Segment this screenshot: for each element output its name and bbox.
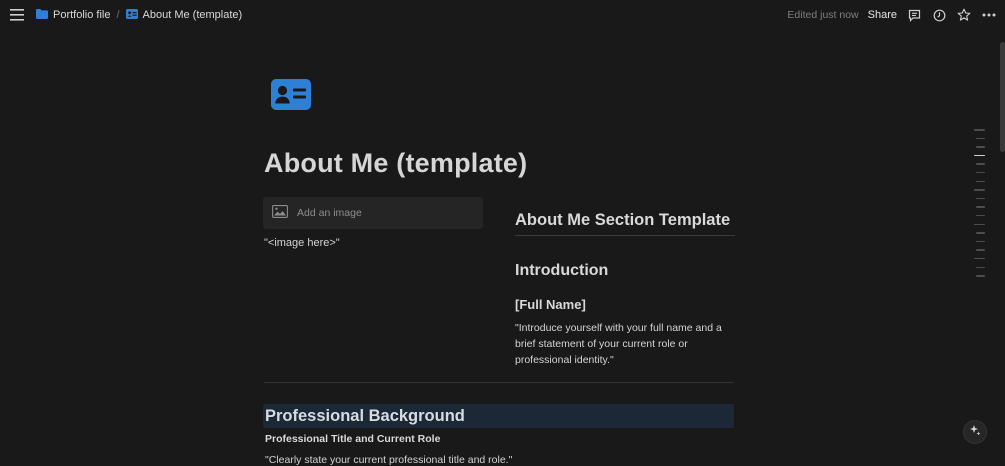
toc-item[interactable] xyxy=(974,257,985,260)
breadcrumb-separator: / xyxy=(116,9,120,21)
toc-item[interactable] xyxy=(976,180,985,183)
professional-title-heading[interactable]: Professional Title and Current Role xyxy=(265,433,440,445)
toc-item[interactable] xyxy=(976,240,985,243)
star-icon[interactable] xyxy=(956,7,972,23)
toc-item[interactable] xyxy=(974,189,985,191)
top-bar: Portfolio file / About Me (template) Edi… xyxy=(0,0,1005,30)
sparkle-icon xyxy=(969,423,981,441)
toc-item[interactable] xyxy=(976,275,985,277)
breadcrumb-about-me[interactable]: About Me (template) xyxy=(125,8,243,22)
contact-card-icon xyxy=(125,8,138,22)
professional-title-text[interactable]: "Clearly state your current professional… xyxy=(265,454,512,466)
page-title[interactable]: About Me (template) xyxy=(264,148,527,179)
image-icon xyxy=(272,205,288,221)
introduction-heading[interactable]: Introduction xyxy=(515,262,608,280)
introduction-text[interactable]: "Introduce yourself with your full name … xyxy=(515,320,740,368)
toc-item[interactable] xyxy=(976,171,985,174)
section-divider xyxy=(264,382,734,383)
section-heading[interactable]: About Me Section Template xyxy=(515,211,735,230)
professional-background-heading[interactable]: Professional Background xyxy=(263,404,734,428)
toc-item[interactable] xyxy=(974,223,985,226)
share-button[interactable]: Share xyxy=(868,9,897,21)
breadcrumb-label: Portfolio file xyxy=(53,9,111,21)
right-column: About Me Section Template xyxy=(515,211,735,236)
toc-item[interactable] xyxy=(976,232,985,234)
history-clock-icon[interactable] xyxy=(931,7,947,23)
add-image-button[interactable]: Add an image xyxy=(263,197,483,229)
toc-item[interactable] xyxy=(974,129,985,131)
image-placeholder-text[interactable]: "<image here>" xyxy=(264,237,340,249)
ai-assistant-button[interactable] xyxy=(963,420,987,444)
toc-item[interactable] xyxy=(976,146,985,148)
toc-item[interactable] xyxy=(976,163,985,165)
breadcrumb-label: About Me (template) xyxy=(142,9,243,21)
page-contact-card-icon[interactable] xyxy=(270,78,312,112)
more-options-icon[interactable] xyxy=(981,7,997,23)
toc-item[interactable] xyxy=(976,137,985,140)
comment-icon[interactable] xyxy=(906,7,922,23)
toc-item-active[interactable] xyxy=(974,154,985,157)
table-of-contents[interactable] xyxy=(974,129,985,277)
scrollbar-thumb[interactable] xyxy=(1000,42,1005,152)
heading-divider xyxy=(515,235,735,236)
add-image-label: Add an image xyxy=(297,207,362,219)
breadcrumb-portfolio-file[interactable]: Portfolio file xyxy=(36,8,111,22)
folder-icon xyxy=(36,8,48,22)
toc-item[interactable] xyxy=(976,249,985,251)
toc-item[interactable] xyxy=(976,214,985,217)
toc-item[interactable] xyxy=(976,206,985,208)
menu-icon[interactable] xyxy=(8,6,26,24)
toc-item[interactable] xyxy=(976,266,985,268)
edited-status: Edited just now xyxy=(787,9,859,21)
full-name-heading[interactable]: [Full Name] xyxy=(515,297,586,312)
toc-item[interactable] xyxy=(976,197,985,200)
scrollbar[interactable] xyxy=(999,40,1005,461)
